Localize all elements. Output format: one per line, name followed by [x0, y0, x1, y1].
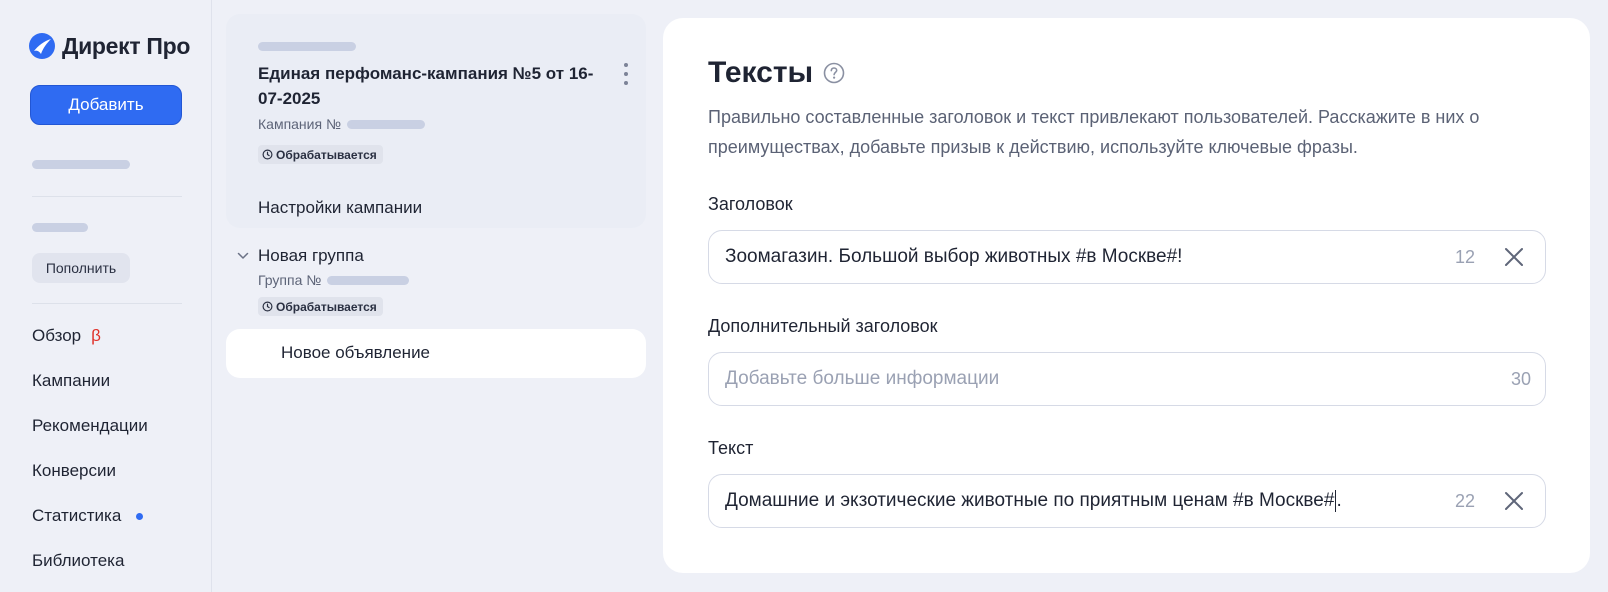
- beta-badge: β: [91, 326, 101, 345]
- brand-name: Директ Про: [62, 32, 191, 59]
- nav-label: Библиотека: [32, 551, 125, 570]
- nav-library[interactable]: Библиотека: [32, 551, 124, 571]
- status-badge: Обрабатывается: [258, 297, 383, 316]
- add-button[interactable]: Добавить: [30, 85, 182, 125]
- text-value-after-caret: .: [1336, 490, 1342, 511]
- subheadline-char-counter: 30: [1510, 368, 1531, 389]
- headline-value: Зоомагазин. Большой выбор животных #в Мо…: [725, 246, 1183, 267]
- clock-icon: [262, 301, 273, 312]
- panel-title: Тексты: [708, 56, 845, 90]
- clear-icon[interactable]: [1503, 490, 1525, 512]
- nav-label: Кампании: [32, 371, 111, 390]
- notification-dot: [136, 512, 144, 520]
- nav-recommendations[interactable]: Рекомендации: [32, 416, 148, 436]
- campaign-number: Кампания №: [258, 116, 425, 132]
- status-badge: Обрабатывается: [258, 145, 383, 164]
- campaign-title[interactable]: Единая перфоманс-кампания №5 от 16-07-20…: [258, 61, 598, 111]
- account-placeholder: [32, 160, 130, 169]
- nav-label: Статистика: [32, 506, 122, 525]
- ad-label: Новое объявление: [281, 343, 431, 362]
- headline-label: Заголовок: [708, 194, 793, 214]
- brand-logo[interactable]: Директ Про: [28, 32, 190, 60]
- text-value-before-caret: Домашние и экзотические животные по прия…: [725, 490, 1335, 511]
- panel-title-text: Тексты: [708, 56, 814, 89]
- group-number: Группа №: [258, 272, 410, 288]
- topup-button[interactable]: Пополнить: [32, 253, 130, 283]
- group-number-placeholder: [327, 275, 410, 285]
- nav-label: Рекомендации: [32, 416, 148, 435]
- sidebar-divider: [32, 196, 182, 197]
- status-text: Обрабатывается: [276, 299, 377, 314]
- nav-statistics[interactable]: Статистика: [32, 506, 144, 526]
- help-icon[interactable]: [823, 62, 845, 84]
- text-input[interactable]: Домашние и экзотические животные по прия…: [708, 474, 1546, 528]
- direct-logo-icon: [29, 33, 55, 59]
- nav-label: Конверсии: [32, 461, 116, 480]
- panel-description: Правильно составленные заголовок и текст…: [708, 107, 1480, 157]
- status-text: Обрабатывается: [276, 147, 377, 162]
- left-navigation: Директ Про Добавить Пополнить Обзор β Ка…: [0, 0, 212, 592]
- clear-icon[interactable]: [1503, 246, 1525, 268]
- text-char-counter: 22: [1454, 490, 1475, 511]
- group-item[interactable]: Новая группа: [236, 246, 364, 266]
- sidebar-divider: [32, 303, 182, 304]
- text-value: Домашние и экзотические животные по прия…: [725, 489, 1342, 512]
- clock-icon: [262, 149, 273, 160]
- ad-item-selected[interactable]: Новое объявление: [226, 329, 646, 378]
- campaign-settings-link[interactable]: Настройки кампании: [258, 198, 422, 218]
- headline-char-counter: 12: [1454, 246, 1475, 267]
- subheadline-input[interactable]: Добавьте больше информации 30: [708, 352, 1546, 406]
- balance-placeholder: [32, 223, 88, 232]
- campaign-number-placeholder: [346, 119, 425, 129]
- texts-panel: Тексты Правильно составленные заголовок …: [663, 18, 1590, 573]
- chevron-down-icon[interactable]: [236, 249, 250, 263]
- nav-campaigns[interactable]: Кампании: [32, 371, 110, 391]
- nav-conversions[interactable]: Конверсии: [32, 461, 116, 481]
- campaign-type-placeholder: [258, 42, 356, 51]
- subheadline-placeholder: Добавьте больше информации: [725, 368, 1000, 389]
- text-label: Текст: [708, 438, 754, 458]
- headline-input[interactable]: Зоомагазин. Большой выбор животных #в Мо…: [708, 230, 1546, 284]
- group-title: Новая группа: [258, 246, 364, 265]
- subheadline-label: Дополнительный заголовок: [708, 316, 938, 336]
- more-options-icon[interactable]: [620, 63, 632, 85]
- nav-label: Обзор: [32, 326, 82, 345]
- campaign-number-label: Кампания №: [258, 116, 341, 132]
- nav-overview[interactable]: Обзор β: [32, 326, 101, 346]
- group-number-label: Группа №: [258, 272, 322, 288]
